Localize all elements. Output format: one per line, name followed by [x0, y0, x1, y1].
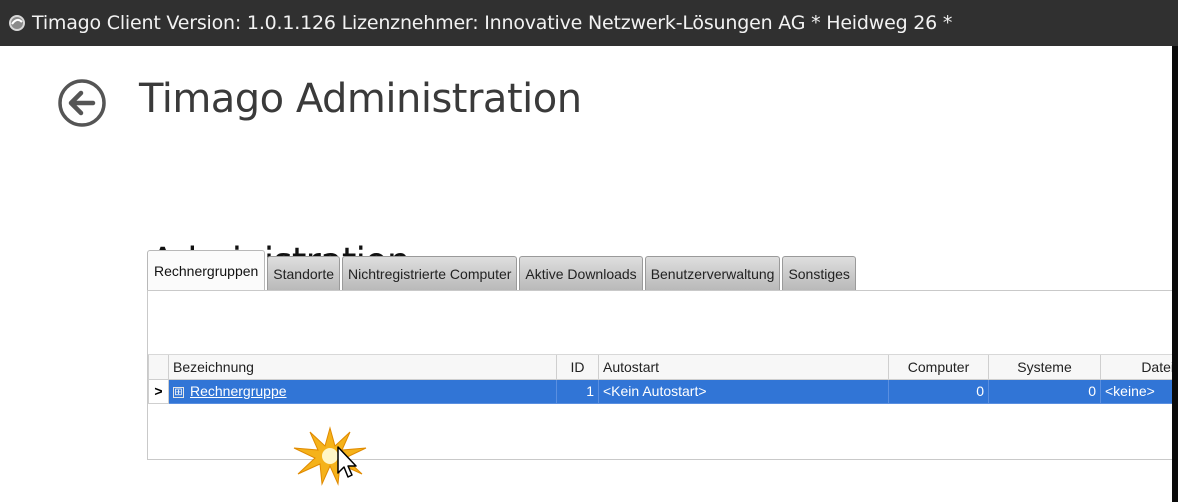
- indicator-header: [148, 355, 169, 380]
- cell-autostart[interactable]: <Kein Autostart>: [598, 378, 889, 404]
- tab-rechnergruppen[interactable]: Rechnergruppen: [147, 250, 266, 290]
- cell-computer[interactable]: 0: [888, 378, 989, 404]
- rechnergruppe-link[interactable]: Rechnergruppe: [190, 383, 287, 399]
- tab-aktive-downloads[interactable]: Aktive Downloads: [519, 256, 643, 290]
- tab-bar: Rechnergruppen Standorte Nichtregistrier…: [147, 250, 858, 290]
- tab-standorte[interactable]: Standorte: [267, 256, 341, 290]
- grid-header-row: Bezeichnung ID Autostart Computer System…: [148, 355, 1178, 380]
- column-header-datei[interactable]: Datei: [1100, 355, 1178, 380]
- window-title: Timago Client Version: 1.0.1.126 Lizenzn…: [32, 12, 953, 34]
- tab-sonstiges[interactable]: Sonstiges: [782, 256, 856, 290]
- window-titlebar: Timago Client Version: 1.0.1.126 Lizenzn…: [0, 0, 1178, 46]
- tab-benutzerverwaltung[interactable]: Benutzerverwaltung: [644, 256, 781, 290]
- back-arrow-circle-icon: [58, 79, 106, 127]
- rechnergruppen-grid: Bezeichnung ID Autostart Computer System…: [148, 355, 1178, 404]
- row-indicator: >: [148, 378, 169, 404]
- window-edge: [1172, 46, 1178, 502]
- expand-plus-icon[interactable]: ⊞: [173, 386, 184, 398]
- column-header-systeme[interactable]: Systeme: [988, 355, 1101, 380]
- cell-datei[interactable]: <keine>: [1100, 378, 1178, 404]
- cell-id[interactable]: 1: [556, 378, 599, 404]
- column-header-autostart[interactable]: Autostart: [598, 355, 889, 380]
- column-header-bezeichnung[interactable]: Bezeichnung: [168, 355, 557, 380]
- page-title: Timago Administration: [139, 76, 582, 122]
- cell-systeme[interactable]: 0: [988, 378, 1101, 404]
- cell-bezeichnung[interactable]: ⊞ Rechnergruppe: [168, 378, 557, 404]
- table-row[interactable]: > ⊞ Rechnergruppe 1 <Kein Autostart> 0 0 …: [148, 378, 1178, 404]
- timago-app-icon: [9, 15, 25, 31]
- tab-nichtregistrierte-computer[interactable]: Nichtregistrierte Computer: [342, 256, 518, 290]
- column-header-computer[interactable]: Computer: [888, 355, 989, 380]
- rechnergruppen-panel: Bezeichnung ID Autostart Computer System…: [147, 290, 1178, 460]
- column-header-id[interactable]: ID: [556, 355, 599, 380]
- back-button[interactable]: [57, 78, 107, 128]
- grid-toolbar: [148, 291, 1177, 355]
